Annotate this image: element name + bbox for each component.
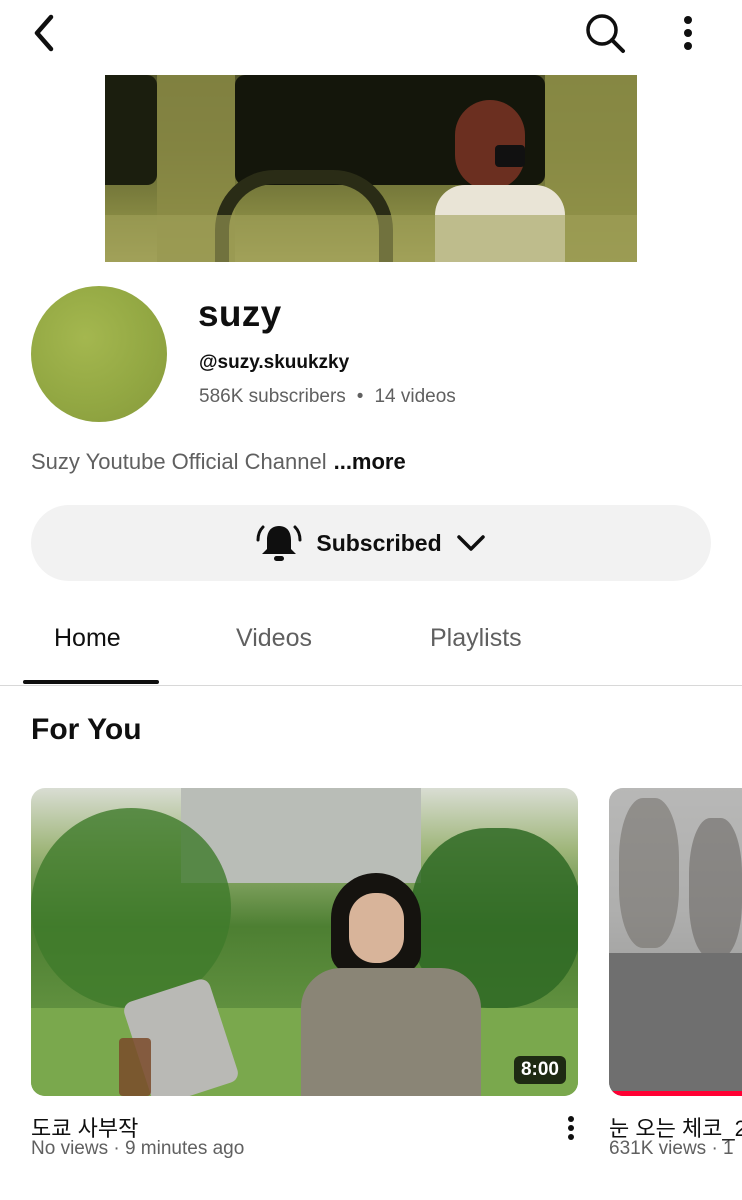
channel-description[interactable]: Suzy Youtube Official Channel ...more: [31, 449, 406, 475]
section-title: For You: [31, 713, 142, 746]
subscriber-count: 586K subscribers: [199, 386, 346, 407]
subscribed-button[interactable]: Subscribed: [31, 505, 711, 581]
chevron-down-icon: [456, 535, 485, 551]
stats-separator: •: [356, 386, 364, 407]
bell-ringing-icon: [256, 525, 302, 561]
video-duration-badge: 8:00: [513, 1056, 566, 1084]
back-button[interactable]: [22, 10, 66, 56]
more-vertical-icon: [684, 16, 692, 50]
search-icon: [586, 14, 625, 53]
tab-home[interactable]: Home: [54, 624, 121, 653]
video-meta: No views · 9 minutes ago: [31, 1138, 245, 1159]
channel-banner: [105, 75, 637, 262]
subscribed-label: Subscribed: [316, 529, 442, 556]
tab-playlists[interactable]: Playlists: [430, 624, 522, 653]
channel-stats: 586K subscribers • 14 videos: [199, 386, 456, 408]
channel-handle: @suzy.skuukzky: [199, 352, 350, 373]
active-tab-indicator: [23, 680, 159, 684]
video-thumbnail[interactable]: 8:00: [31, 788, 578, 1096]
more-options-button[interactable]: [668, 10, 708, 56]
more-vertical-icon: [568, 1116, 574, 1140]
description-text: Suzy Youtube Official Channel: [31, 449, 327, 474]
video-meta: 631K views · 1: [609, 1138, 734, 1159]
tab-divider: [0, 685, 742, 686]
search-button[interactable]: [580, 10, 630, 56]
video-count: 14 videos: [374, 386, 456, 407]
avatar[interactable]: [31, 286, 167, 422]
watch-progress-bar: [609, 1091, 742, 1096]
chevron-left-icon: [34, 14, 54, 52]
channel-name: suzy: [198, 293, 282, 334]
video-thumbnail[interactable]: [609, 788, 742, 1096]
video-menu-button[interactable]: [560, 1110, 582, 1146]
more-link[interactable]: ...more: [334, 449, 406, 474]
tab-videos[interactable]: Videos: [236, 624, 312, 653]
